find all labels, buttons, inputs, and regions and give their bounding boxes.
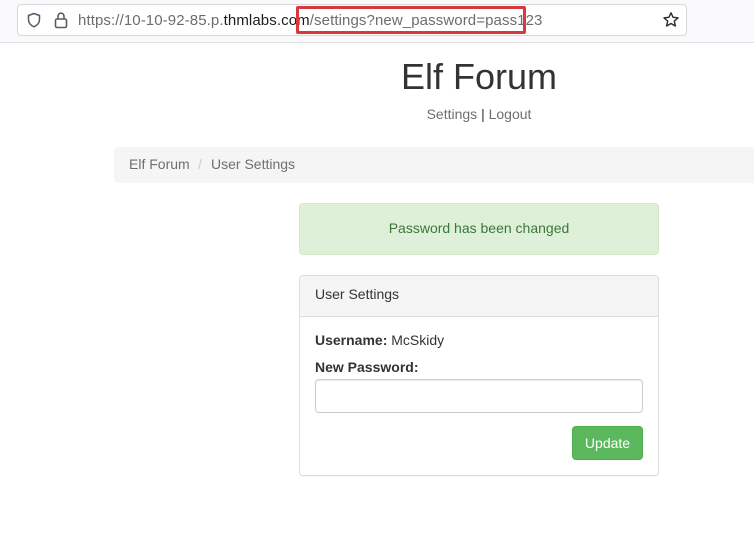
username-row: Username: McSkidy	[315, 332, 444, 348]
browser-toolbar: https://10-10-92-85.p.thmlabs.com/settin…	[0, 0, 754, 43]
breadcrumb-separator: /	[198, 156, 202, 172]
address-bar[interactable]: https://10-10-92-85.p.thmlabs.com/settin…	[17, 4, 687, 36]
star-icon[interactable]	[662, 11, 680, 29]
panel-heading: User Settings	[300, 276, 658, 317]
new-password-label: New Password:	[315, 359, 419, 375]
breadcrumb-home-link[interactable]: Elf Forum	[129, 156, 190, 172]
logout-link[interactable]: Logout	[489, 106, 532, 122]
breadcrumb-current: User Settings	[211, 156, 296, 172]
breadcrumb: Elf Forum / User Settings	[114, 147, 754, 183]
site-title: Elf Forum	[400, 56, 558, 97]
username-label: Username:	[315, 332, 388, 348]
success-alert: Password has been changed	[299, 203, 659, 255]
nav-separator: |	[481, 106, 485, 122]
user-settings-panel: User Settings Username: McSkidy New Pass…	[299, 275, 659, 476]
username-value: McSkidy	[391, 332, 445, 348]
settings-link[interactable]: Settings	[427, 106, 478, 122]
new-password-input[interactable]	[315, 379, 643, 413]
url-highlight-box	[296, 6, 526, 34]
alert-message: Password has been changed	[388, 220, 570, 236]
site-nav: Settings | Logout	[300, 106, 658, 122]
url-prefix: https://10-10-92-85.p.	[78, 12, 224, 29]
lock-icon[interactable]	[53, 11, 69, 29]
update-button[interactable]: Update	[572, 426, 643, 460]
shield-icon[interactable]	[26, 12, 42, 28]
